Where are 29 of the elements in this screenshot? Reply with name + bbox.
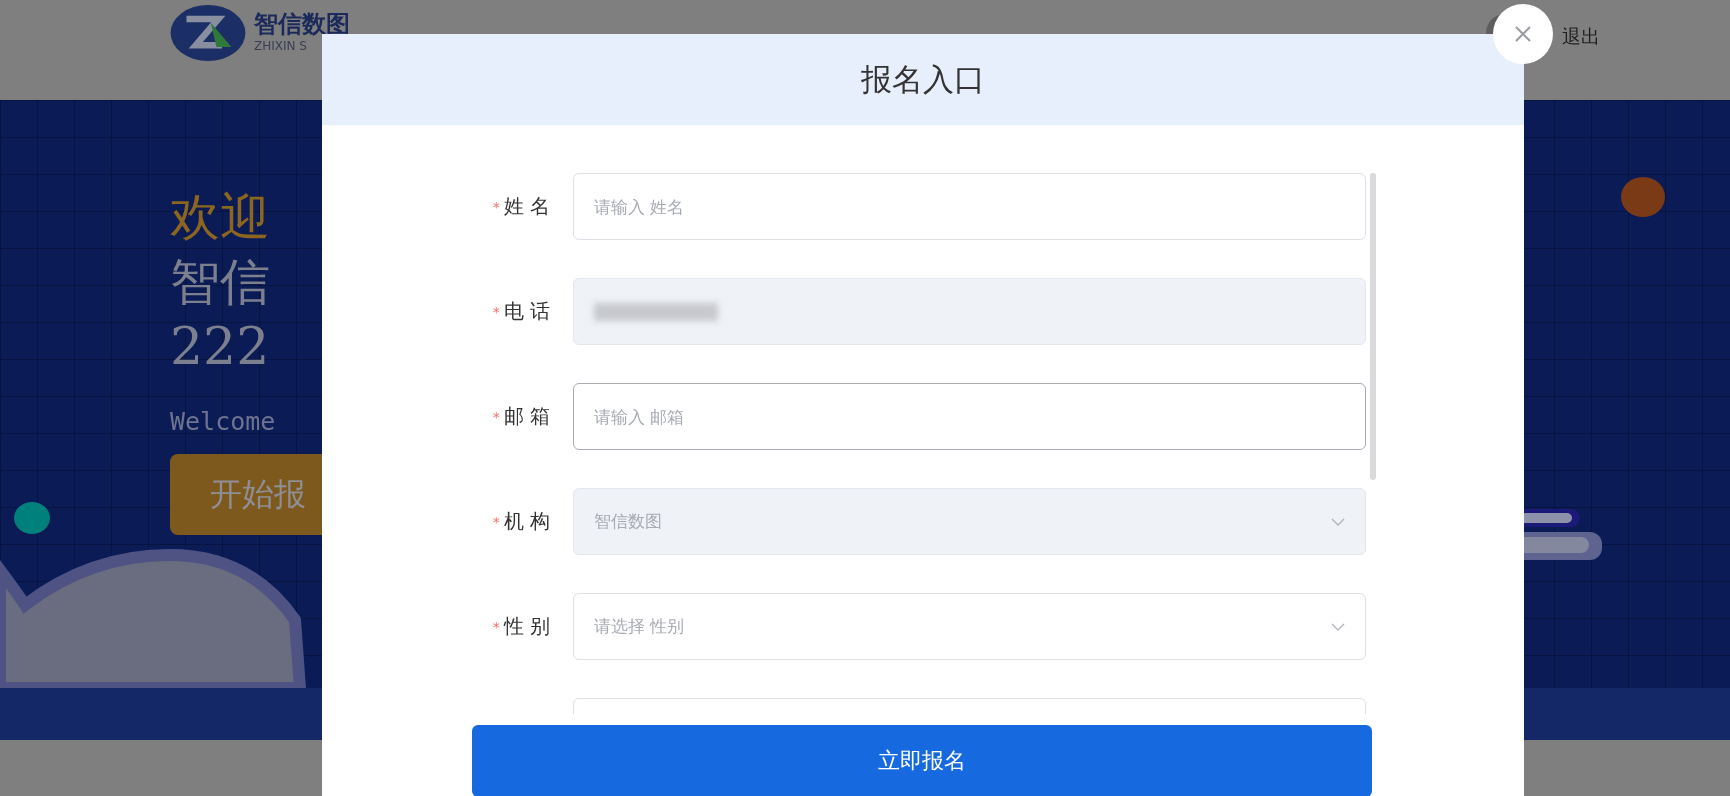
required-mark: * <box>492 513 500 530</box>
welcome-heading: 欢迎 <box>170 187 270 248</box>
logo-text: 智信数图 <box>254 11 350 39</box>
chevron-down-icon <box>1331 621 1345 632</box>
select-field[interactable]: 请选择 性别 <box>573 593 1366 660</box>
dot-decoration <box>14 502 50 534</box>
close-icon <box>1514 25 1532 43</box>
submit-button[interactable]: 立即报名 <box>472 725 1372 796</box>
banner-title: 智信 <box>170 252 270 313</box>
scrollbar[interactable] <box>1370 173 1376 480</box>
field-label: 电 话 <box>503 298 550 325</box>
start-button[interactable]: 开始报 <box>170 454 322 536</box>
field-label: 姓 名 <box>503 193 550 220</box>
logo-icon <box>168 4 248 62</box>
chevron-down-icon <box>1331 516 1345 527</box>
required-mark: * <box>492 303 500 320</box>
required-mark: * <box>492 408 500 425</box>
field-label: 机 构 <box>503 508 550 535</box>
field-label: 邮 箱 <box>503 403 550 430</box>
dot-decoration <box>1621 177 1665 217</box>
required-mark: * <box>492 618 500 635</box>
dialog-title: 报名入口 <box>861 59 985 99</box>
banner-number: 222 <box>170 315 270 378</box>
logo-subtext: ZHIXIN S <box>254 38 308 53</box>
field-label: 性 别 <box>503 613 550 640</box>
banner-subtitle: Welcome <box>170 407 276 437</box>
input-field[interactable]: 请输入 邮箱 <box>573 383 1366 450</box>
required-mark: * <box>492 198 500 215</box>
logout-link[interactable]: 退出 <box>1562 24 1600 50</box>
